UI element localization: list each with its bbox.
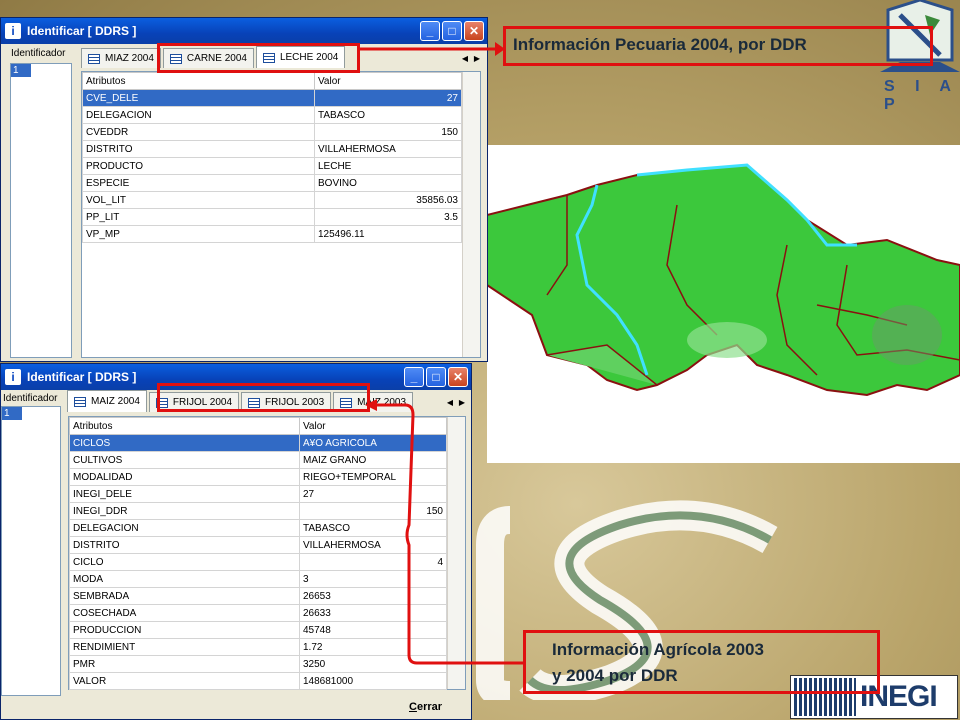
value-cell[interactable]: LECHE bbox=[314, 157, 462, 175]
minimize-button[interactable]: _ bbox=[420, 21, 440, 41]
attribute-cell[interactable]: CULTIVOS bbox=[69, 451, 300, 469]
app-icon: i bbox=[5, 369, 21, 385]
tab-label: MIAZ 2004 bbox=[105, 53, 154, 64]
maximize-button[interactable]: □ bbox=[426, 367, 446, 387]
vertical-scrollbar[interactable] bbox=[462, 72, 480, 357]
minimize-button[interactable]: _ bbox=[404, 367, 424, 387]
table-row[interactable]: VALOR 148681000 bbox=[69, 672, 447, 690]
attribute-cell[interactable]: DISTRITO bbox=[69, 536, 300, 554]
attribute-cell[interactable]: VALOR bbox=[69, 672, 300, 690]
identificador-label: Identificador bbox=[3, 393, 58, 404]
window-title: Identificar [ DDRS ] bbox=[27, 24, 137, 38]
window-title: Identificar [ DDRS ] bbox=[27, 370, 137, 384]
attribute-cell[interactable]: INEGI_DELE bbox=[69, 485, 300, 503]
cerrar-label: errar bbox=[416, 701, 443, 713]
grid-icon bbox=[74, 396, 86, 407]
attribute-cell[interactable]: CVE_DELE bbox=[82, 89, 315, 107]
attribute-cell[interactable]: VP_MP bbox=[82, 225, 315, 243]
table-row[interactable]: DELEGACION TABASCO bbox=[82, 106, 462, 124]
value-cell[interactable]: 35856.03 bbox=[314, 191, 462, 209]
attribute-cell[interactable]: VOL_LIT bbox=[82, 191, 315, 209]
callout-agricola-line2: y 2004 por DDR bbox=[552, 666, 678, 685]
column-header-atributos[interactable]: Atributos bbox=[69, 417, 300, 435]
identificador-list[interactable]: 1 bbox=[1, 406, 61, 696]
arrow-bottom bbox=[365, 399, 525, 665]
value-cell[interactable]: 3.5 bbox=[314, 208, 462, 226]
attribute-cell[interactable]: CICLO bbox=[69, 553, 300, 571]
tabs-highlight-bottom bbox=[157, 383, 370, 412]
table-row[interactable]: PRODUCTO LECHE bbox=[82, 157, 462, 175]
table-row[interactable]: PP_LIT 3.5 bbox=[82, 208, 462, 226]
attributes-table: Atributos Valor CVE_DELE 27 DELEGACION TABA… bbox=[82, 72, 462, 243]
attribute-cell[interactable]: SEMBRADA bbox=[69, 587, 300, 605]
attribute-cell[interactable]: CICLOS bbox=[69, 434, 300, 452]
map-tabasco bbox=[486, 145, 960, 463]
tab-miaz-2004[interactable]: MIAZ 2004 bbox=[81, 48, 161, 68]
attribute-cell[interactable]: MODALIDAD bbox=[69, 468, 300, 486]
arrow-top bbox=[360, 42, 505, 56]
attribute-cell[interactable]: COSECHADA bbox=[69, 604, 300, 622]
attribute-cell[interactable]: CVEDDR bbox=[82, 123, 315, 141]
tab-maiz-2004[interactable]: MAIZ 2004 bbox=[67, 390, 147, 412]
attribute-cell[interactable]: PMR bbox=[69, 655, 300, 673]
attribute-cell[interactable]: PP_LIT bbox=[82, 208, 315, 226]
value-cell[interactable]: 148681000 bbox=[299, 672, 447, 690]
value-cell[interactable]: 27 bbox=[314, 89, 462, 107]
cerrar-accelerator: C bbox=[409, 701, 417, 713]
callout-pecuaria: Información Pecuaria 2004, por DDR bbox=[503, 26, 933, 66]
attributes-grid: Atributos Valor CVE_DELE 27 DELEGACION TABA… bbox=[81, 71, 481, 358]
attribute-cell[interactable]: ESPECIE bbox=[82, 174, 315, 192]
callout-agricola: Información Agrícola 2003 y 2004 por DDR bbox=[523, 630, 880, 694]
value-cell[interactable]: 150 bbox=[314, 123, 462, 141]
table-row[interactable]: CVEDDR 150 bbox=[82, 123, 462, 141]
attribute-cell[interactable]: INEGI_DDR bbox=[69, 502, 300, 520]
value-cell[interactable]: TABASCO bbox=[314, 106, 462, 124]
tabs-highlight-top bbox=[157, 43, 360, 73]
identificador-label: Identificador bbox=[11, 48, 66, 59]
value-cell[interactable]: VILLAHERMOSA bbox=[314, 140, 462, 158]
attribute-cell[interactable]: DISTRITO bbox=[82, 140, 315, 158]
attribute-cell[interactable]: DELEGACION bbox=[82, 106, 315, 124]
identificador-list[interactable]: 1 bbox=[10, 63, 72, 358]
table-row[interactable]: VP_MP 125496.11 bbox=[82, 225, 462, 243]
app-icon: i bbox=[5, 23, 21, 39]
table-row[interactable]: VOL_LIT 35856.03 bbox=[82, 191, 462, 209]
siap-logo-text: S I A P bbox=[884, 78, 959, 113]
column-header-atributos[interactable]: Atributos bbox=[82, 72, 315, 90]
close-button[interactable]: ✕ bbox=[464, 21, 484, 41]
table-row[interactable]: DISTRITO VILLAHERMOSA bbox=[82, 140, 462, 158]
attribute-cell[interactable]: PRODUCTO bbox=[82, 157, 315, 175]
grid-icon bbox=[88, 53, 100, 64]
close-button[interactable]: ✕ bbox=[448, 367, 468, 387]
table-row[interactable]: CVE_DELE 27 bbox=[82, 89, 462, 107]
attribute-cell[interactable]: MODA bbox=[69, 570, 300, 588]
maximize-button[interactable]: □ bbox=[442, 21, 462, 41]
callout-pecuaria-text: Información Pecuaria 2004, por DDR bbox=[513, 35, 807, 54]
attribute-cell[interactable]: RENDIMIENT bbox=[69, 638, 300, 656]
tab-label: MAIZ 2004 bbox=[91, 396, 140, 407]
value-cell[interactable]: BOVINO bbox=[314, 174, 462, 192]
attribute-cell[interactable]: PRODUCCION bbox=[69, 621, 300, 639]
list-item[interactable]: 1 bbox=[2, 407, 22, 420]
list-item[interactable]: 1 bbox=[11, 64, 31, 77]
callout-agricola-line1: Información Agrícola 2003 bbox=[552, 640, 764, 659]
value-cell[interactable]: 125496.11 bbox=[314, 225, 462, 243]
table-row[interactable]: ESPECIE BOVINO bbox=[82, 174, 462, 192]
cerrar-button[interactable]: Cerrar bbox=[409, 701, 442, 713]
attribute-cell[interactable]: DELEGACION bbox=[69, 519, 300, 537]
